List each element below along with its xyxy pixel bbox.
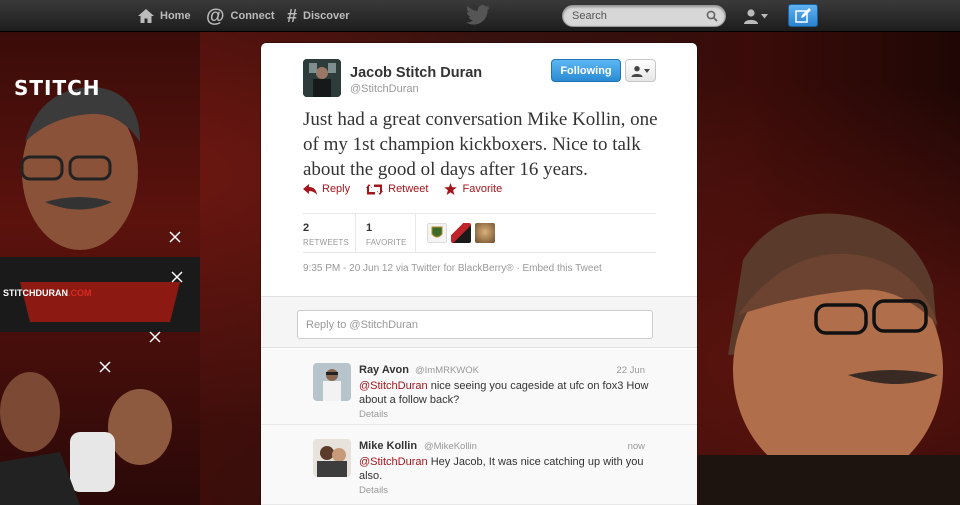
caret-down-icon: [644, 68, 650, 73]
site-prefix: STITCHDURAN: [3, 288, 68, 298]
reply-input[interactable]: [297, 310, 653, 339]
tweet-timestamp[interactable]: 9:35 PM - 20 Jun 12 via Twitter for Blac…: [303, 263, 602, 274]
stitch-website-text: STITCHDURAN.COM: [3, 288, 92, 298]
reply-text: @StitchDuran Hey Jacob, It was nice catc…: [359, 455, 649, 483]
stats-divider: [355, 214, 356, 253]
engager-avatars: [427, 223, 495, 243]
compose-tweet-icon: [795, 8, 811, 23]
home-icon: [138, 9, 154, 23]
site-suffix: .COM: [68, 288, 92, 298]
reply-action[interactable]: Reply: [303, 183, 350, 195]
reply-author-handle[interactable]: @MikeKollin: [424, 441, 477, 452]
nav-connect-label: Connect: [230, 10, 275, 22]
twitter-bird-icon[interactable]: [466, 5, 490, 25]
reply-composer: [261, 296, 697, 348]
background-portrait-right: [698, 213, 960, 505]
reply-author-name[interactable]: Ray Avon: [359, 364, 409, 376]
retweets-count: 2: [303, 222, 310, 234]
stats-divider: [415, 214, 416, 253]
reply-tweet[interactable]: Mike Kollin @MikeKollin now @StitchDuran…: [261, 425, 697, 505]
tweet-detail-card: Jacob Stitch Duran @StitchDuran Followin…: [261, 43, 697, 505]
tweet-text: Just had a great conversation Mike Kolli…: [303, 109, 658, 180]
favorites-stat[interactable]: 1 FAVORITE: [366, 222, 407, 247]
user-icon: [631, 65, 643, 77]
nav-home-label: Home: [160, 10, 191, 22]
tweet-actions: Reply Retweet Favorite: [303, 183, 502, 195]
reply-avatar-image: [313, 439, 351, 477]
reply-mention[interactable]: @StitchDuran: [359, 456, 428, 468]
reply-icon: [303, 183, 317, 195]
top-navigation-bar: Home @ Connect # Discover: [0, 0, 960, 32]
following-button[interactable]: Following: [551, 59, 621, 82]
search-input[interactable]: [572, 8, 702, 24]
star-icon: [444, 183, 458, 195]
retweet-icon: [366, 183, 384, 195]
engager-avatar[interactable]: [475, 223, 495, 243]
reply-time[interactable]: now: [628, 441, 645, 452]
favorites-count: 1: [366, 222, 373, 234]
tweet-meta-link[interactable]: 9:35 PM - 20 Jun 12 via Twitter for Blac…: [303, 263, 602, 274]
reply-tweet[interactable]: Ray Avon @ImMRKWOK 22 Jun @StitchDuran n…: [261, 349, 697, 425]
author-name[interactable]: Jacob Stitch Duran: [350, 65, 482, 81]
reply-details-link[interactable]: Details: [359, 485, 388, 496]
search-icon[interactable]: [706, 10, 718, 22]
background-left-banner: STITCH STITCHDURAN.COM: [0, 32, 200, 505]
nav-home[interactable]: Home: [138, 0, 191, 32]
reply-avatar[interactable]: [313, 439, 351, 477]
nav-discover[interactable]: # Discover: [287, 0, 350, 32]
search-box[interactable]: [562, 5, 726, 27]
compose-tweet-button[interactable]: [788, 4, 818, 27]
account-menu[interactable]: [743, 6, 768, 26]
reply-details-link[interactable]: Details: [359, 409, 388, 420]
favorite-action[interactable]: Favorite: [444, 183, 502, 195]
author-handle[interactable]: @StitchDuran: [350, 83, 419, 95]
author-avatar-image: [303, 59, 341, 97]
reply-author-handle[interactable]: @ImMRKWOK: [415, 365, 479, 376]
retweets-stat[interactable]: 2 RETWEETS: [303, 222, 349, 247]
nav-discover-label: Discover: [303, 10, 350, 22]
reply-author-name[interactable]: Mike Kollin: [359, 440, 417, 452]
engager-avatar[interactable]: [451, 223, 471, 243]
reply-label: Reply: [322, 183, 351, 195]
at-sign-icon: @: [206, 5, 225, 27]
favorite-label: Favorite: [462, 183, 503, 195]
retweet-action[interactable]: Retweet: [366, 183, 428, 195]
user-icon: [744, 9, 758, 24]
reply-mention[interactable]: @StitchDuran: [359, 380, 428, 392]
reply-time[interactable]: 22 Jun: [616, 365, 645, 376]
retweets-label: RETWEETS: [303, 238, 350, 247]
retweet-label: Retweet: [388, 183, 429, 195]
author-avatar[interactable]: [303, 59, 341, 97]
favorites-label: FAVORITE: [366, 238, 407, 247]
crest-icon: [431, 226, 443, 238]
reply-avatar[interactable]: [313, 363, 351, 401]
caret-down-icon: [761, 13, 768, 18]
user-actions-dropdown[interactable]: [625, 59, 656, 82]
nav-connect[interactable]: @ Connect: [206, 0, 275, 32]
hash-icon: #: [287, 6, 298, 26]
reply-avatar-image: [313, 363, 351, 401]
tweet-stats: 2 RETWEETS 1 FAVORITE: [303, 213, 656, 253]
stitch-logo: STITCH: [14, 76, 101, 100]
background-portrait-left: [0, 87, 200, 505]
reply-text: @StitchDuran nice seeing you cageside at…: [359, 379, 649, 407]
engager-avatar[interactable]: [427, 223, 447, 243]
